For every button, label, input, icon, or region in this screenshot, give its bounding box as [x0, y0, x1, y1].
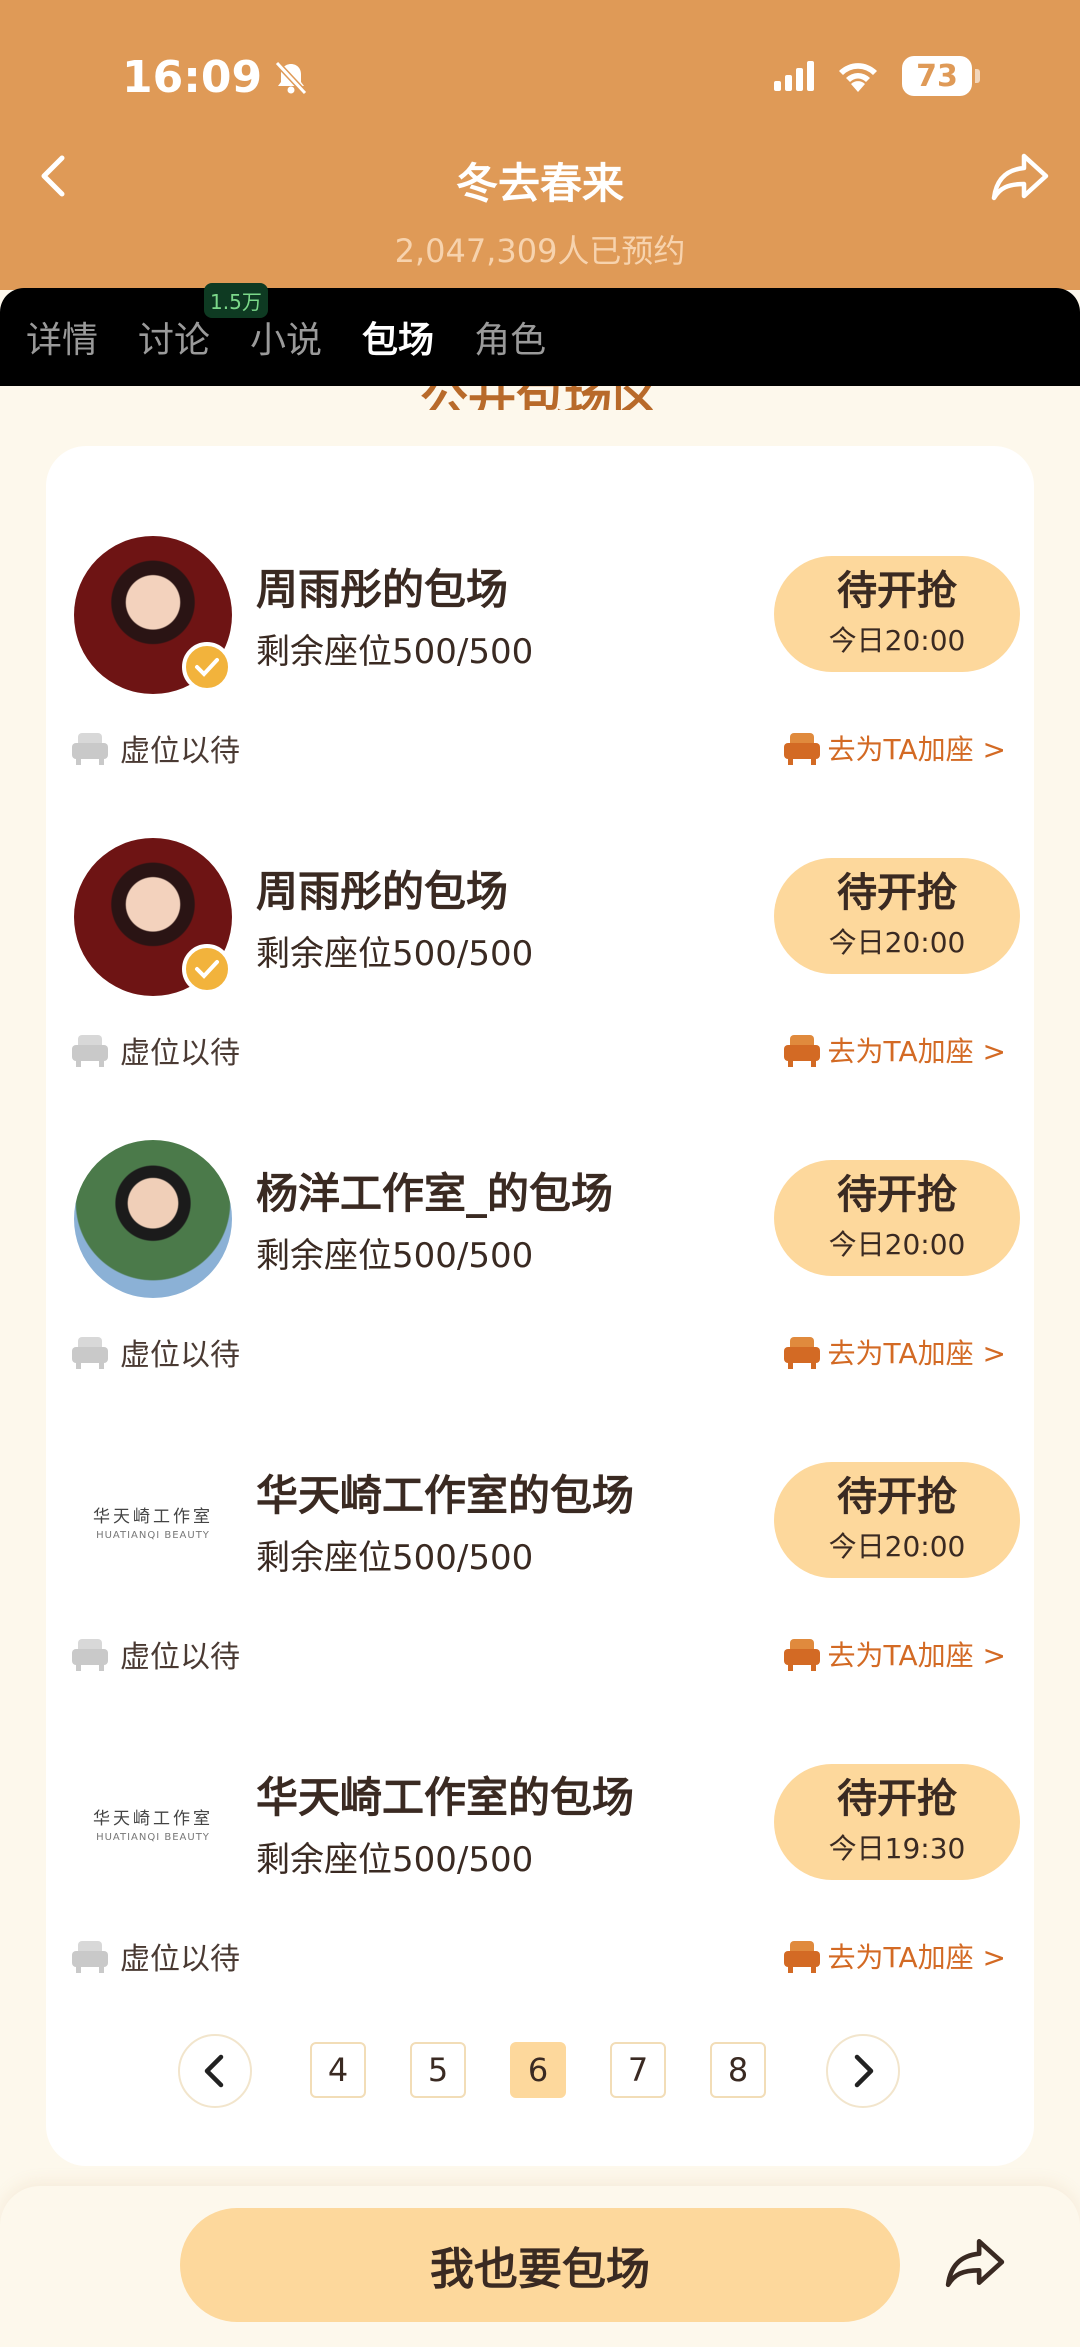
- grab-button-label: 待开抢: [837, 870, 957, 916]
- status-indicators: 73: [774, 56, 980, 96]
- section-title-peek: 公开包场区: [0, 386, 1080, 410]
- grab-button[interactable]: 待开抢 今日19:30: [774, 1764, 1020, 1880]
- booking-name[interactable]: 华天崎工作室的包场: [256, 1462, 634, 1523]
- studio-logo[interactable]: 华天崎工作室 HUATIANQI BEAUTY: [74, 1744, 232, 1902]
- grab-button-time: 今日20:00: [828, 624, 966, 657]
- studio-logo[interactable]: 华天崎工作室 HUATIANQI BEAUTY: [74, 1442, 232, 1600]
- pagination: 4 5 6 7 8: [46, 2034, 1034, 2114]
- logo-text-en: HUATIANQI BEAUTY: [96, 1831, 210, 1843]
- seat-grey-icon: [72, 1941, 108, 1973]
- grab-button[interactable]: 待开抢 今日20:00: [774, 556, 1020, 672]
- list-item: 周雨彤的包场 剩余座位500/500 待开抢 今日20:00 虚位以待 去为TA…: [46, 748, 1034, 1071]
- grab-button-label: 待开抢: [837, 1474, 957, 1520]
- grab-button[interactable]: 待开抢 今日20:00: [774, 858, 1020, 974]
- prev-page-button[interactable]: [178, 2034, 252, 2108]
- remaining-seats: 剩余座位500/500: [256, 934, 534, 974]
- create-booking-button[interactable]: 我也要包场: [180, 2208, 900, 2322]
- page-5[interactable]: 5: [410, 2042, 466, 2098]
- battery-tip: [975, 69, 980, 83]
- remaining-seats: 剩余座位500/500: [256, 632, 534, 672]
- booking-list-card: 周雨彤的包场 剩余座位500/500 待开抢 今日20:00 虚位以待 去为TA…: [46, 446, 1034, 2166]
- status-time-text: 16:09: [122, 52, 263, 103]
- battery-icon: 73: [902, 56, 980, 96]
- section-title: 公开包场区: [420, 386, 660, 410]
- battery-level: 73: [902, 56, 972, 96]
- booking-name[interactable]: 周雨彤的包场: [256, 556, 508, 617]
- tab-bar: 详情 讨论 1.5万 小说 包场 角色: [0, 283, 1080, 386]
- list-item: 华天崎工作室 HUATIANQI BEAUTY 华天崎工作室的包场 剩余座位50…: [46, 1654, 1034, 1977]
- page-8[interactable]: 8: [710, 2042, 766, 2098]
- tab-novel[interactable]: 小说: [250, 311, 322, 363]
- page-7[interactable]: 7: [610, 2042, 666, 2098]
- share-icon[interactable]: [990, 150, 1050, 202]
- grab-button[interactable]: 待开抢 今日20:00: [774, 1462, 1020, 1578]
- status-time: 16:09: [122, 52, 308, 103]
- grab-button-time: 今日19:30: [828, 1832, 966, 1865]
- seat-orange-icon: [783, 1941, 820, 1973]
- grab-button[interactable]: 待开抢 今日20:00: [774, 1160, 1020, 1276]
- remaining-seats: 剩余座位500/500: [256, 1236, 534, 1276]
- verified-badge-icon: [182, 642, 232, 692]
- remaining-seats: 剩余座位500/500: [256, 1538, 534, 1578]
- grab-button-time: 今日20:00: [828, 1530, 966, 1563]
- page-4[interactable]: 4: [310, 2042, 366, 2098]
- add-seat-link[interactable]: 去为TA加座 >: [783, 1936, 1006, 1976]
- list-item: 华天崎工作室 HUATIANQI BEAUTY 华天崎工作室的包场 剩余座位50…: [46, 1352, 1034, 1675]
- signal-icon: [774, 61, 814, 91]
- verified-badge-icon: [182, 944, 232, 994]
- list-item: 周雨彤的包场 剩余座位500/500 待开抢 今日20:00 虚位以待 去为TA…: [46, 446, 1034, 769]
- tab-details[interactable]: 详情: [26, 311, 98, 363]
- avatar[interactable]: [74, 1140, 232, 1298]
- bottom-action-bar: 我也要包场: [0, 2186, 1080, 2347]
- chevron-left-icon: [204, 2054, 224, 2088]
- wifi-icon: [839, 63, 877, 92]
- header: 16:09 73 冬去春来 2,047,309人已预约: [0, 0, 1080, 290]
- virtual-seat-info: 虚位以待: [72, 1934, 240, 1978]
- page-title: 冬去春来: [455, 159, 624, 208]
- grab-button-label: 待开抢: [837, 1776, 957, 1822]
- page-6-current[interactable]: 6: [510, 2042, 566, 2098]
- tab-discussion-label: 讨论: [138, 320, 211, 361]
- logo-text-en: HUATIANQI BEAUTY: [96, 1529, 210, 1541]
- grab-button-label: 待开抢: [837, 568, 957, 614]
- grab-button-time: 今日20:00: [828, 926, 966, 959]
- logo-text-cn: 华天崎工作室: [93, 1506, 213, 1527]
- logo-text-cn: 华天崎工作室: [93, 1808, 213, 1829]
- chevron-right-icon: [854, 2054, 874, 2088]
- virtual-seat-label: 虚位以待: [120, 1942, 240, 1977]
- remaining-seats: 剩余座位500/500: [256, 1840, 534, 1880]
- grab-button-label: 待开抢: [837, 1172, 957, 1218]
- list-item: 杨洋工作室_的包场 剩余座位500/500 待开抢 今日20:00 虚位以待 去…: [46, 1050, 1034, 1373]
- booking-name[interactable]: 华天崎工作室的包场: [256, 1764, 634, 1825]
- tab-characters[interactable]: 角色: [474, 311, 546, 363]
- bell-muted-icon: [274, 60, 308, 95]
- add-seat-label: 去为TA加座 >: [827, 1941, 1006, 1974]
- booking-name[interactable]: 周雨彤的包场: [256, 858, 508, 919]
- tab-booking[interactable]: 包场: [362, 311, 434, 363]
- share-icon[interactable]: [944, 2234, 1006, 2290]
- next-page-button[interactable]: [826, 2034, 900, 2108]
- grab-button-time: 今日20:00: [828, 1228, 966, 1261]
- tab-discussion[interactable]: 讨论 1.5万: [138, 283, 268, 363]
- reservation-count: 2,047,309人已预约: [394, 232, 686, 270]
- booking-name[interactable]: 杨洋工作室_的包场: [256, 1160, 613, 1221]
